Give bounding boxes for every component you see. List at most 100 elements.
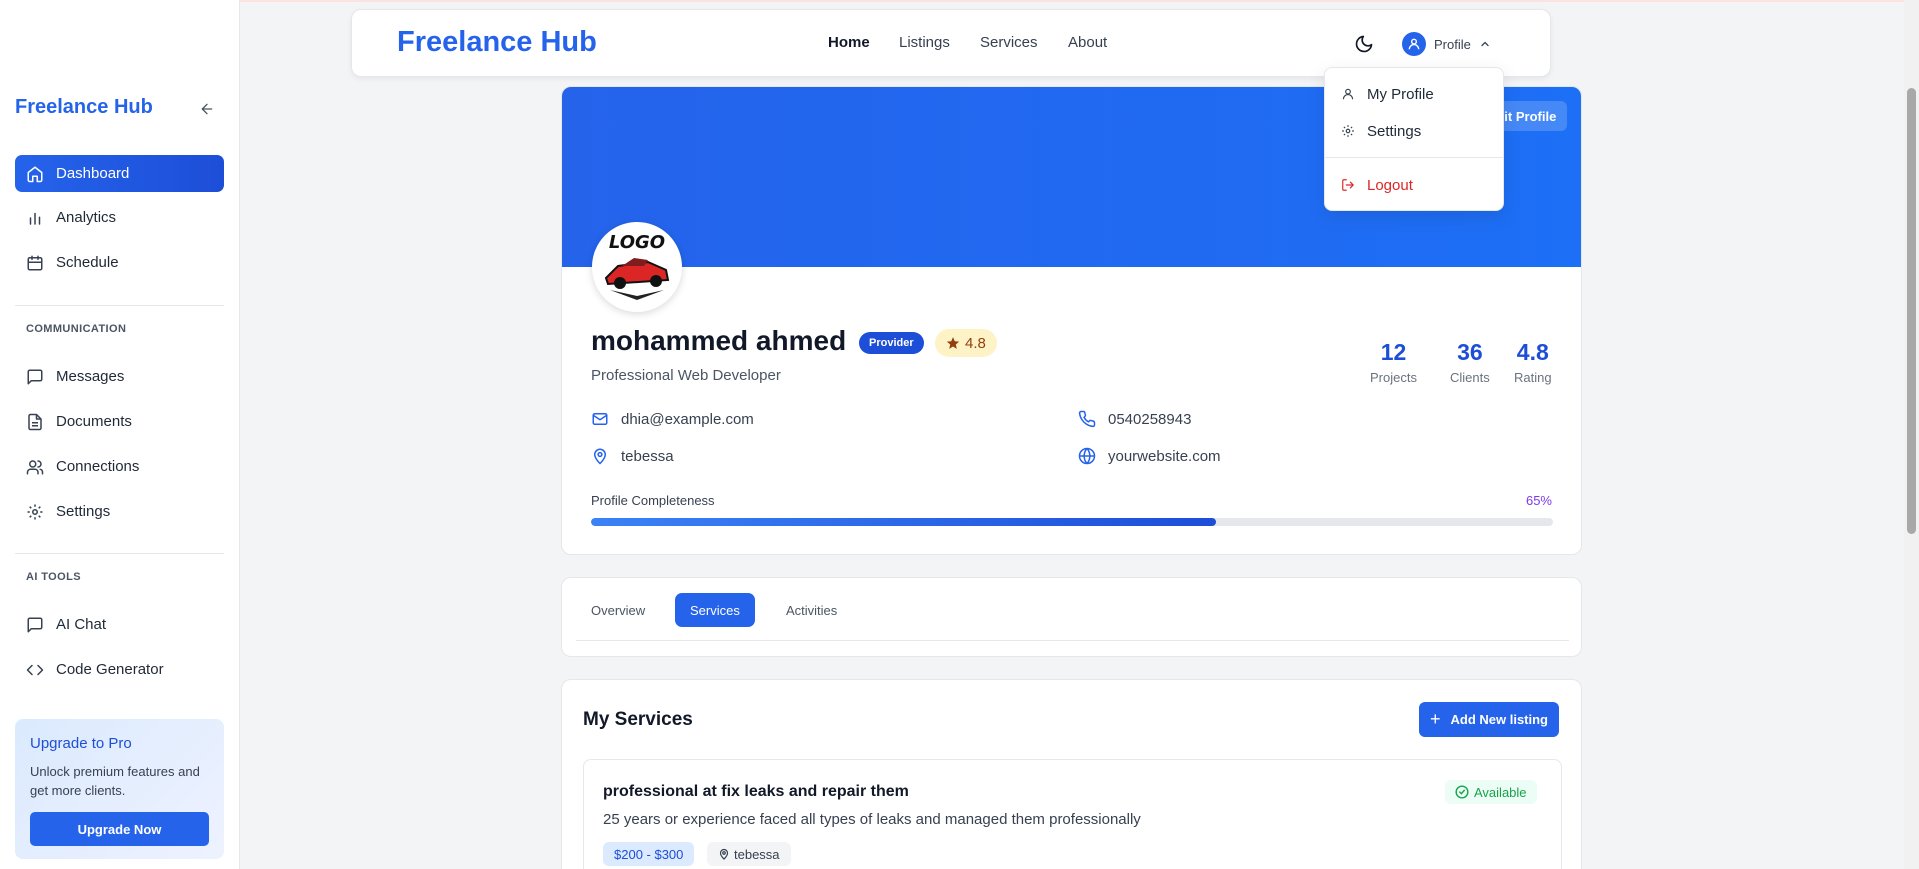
star-icon	[946, 337, 960, 349]
check-circle-icon	[1455, 785, 1469, 799]
profile-tabs: Overview Services Activities	[561, 577, 1582, 657]
section-heading-ai-tools: AI TOOLS	[26, 571, 81, 583]
tab-services[interactable]: Services	[675, 593, 755, 627]
completeness-percent: 65%	[1525, 493, 1552, 508]
profile-menu-label: Profile	[1434, 36, 1471, 52]
sidebar-item-code-generator[interactable]: Code Generator	[15, 651, 224, 688]
menu-item-my-profile[interactable]: My Profile	[1325, 78, 1503, 110]
stat-label: Rating	[1514, 370, 1552, 385]
collapse-sidebar-button[interactable]	[196, 98, 218, 120]
gear-icon	[1341, 124, 1355, 138]
profile-avatar: LOGO	[592, 222, 682, 312]
nav-link-home[interactable]: Home	[828, 34, 870, 51]
contact-website: yourwebsite.com	[1078, 447, 1221, 465]
menu-item-settings[interactable]: Settings	[1325, 115, 1503, 147]
sidebar-item-ai-chat[interactable]: AI Chat	[15, 606, 224, 643]
service-title: professional at fix leaks and repair the…	[603, 783, 909, 800]
theme-toggle-button[interactable]	[1354, 34, 1374, 54]
plus-icon: +	[1429, 709, 1441, 729]
sidebar-divider	[15, 553, 224, 554]
sidebar-item-label: Code Generator	[56, 661, 164, 678]
sidebar-brand: Freelance Hub	[15, 96, 153, 118]
sidebar-item-messages[interactable]: Messages	[15, 358, 224, 395]
sidebar-item-label: Settings	[56, 503, 111, 520]
services-heading: My Services	[583, 709, 693, 730]
service-price-chip: $200 - $300	[603, 842, 695, 866]
section-heading-communication: COMMUNICATION	[26, 323, 127, 335]
sidebar-item-schedule[interactable]: Schedule	[15, 244, 224, 281]
tab-overview[interactable]: Overview	[576, 593, 660, 627]
service-location-chip: tebessa	[707, 842, 791, 866]
user-icon	[1341, 87, 1355, 101]
sidebar: Freelance Hub Dashboard Analytics Schedu…	[0, 0, 240, 869]
stat-value: 12	[1380, 339, 1407, 365]
sidebar-item-label: Dashboard	[56, 165, 130, 182]
profile-dropdown-menu: My Profile Settings Logout	[1324, 67, 1504, 211]
service-location-text: tebessa	[734, 846, 780, 862]
service-status-badge: Available	[1445, 780, 1537, 804]
menu-item-label: Logout	[1367, 176, 1413, 194]
completeness-progress-fill	[591, 518, 1217, 526]
menu-item-label: Settings	[1367, 122, 1422, 140]
contact-email-text: dhia@example.com	[621, 410, 754, 428]
nav-link-listings[interactable]: Listings	[899, 34, 950, 51]
upgrade-card: Upgrade to Pro Unlock premium features a…	[15, 719, 224, 859]
arrow-left-icon	[201, 103, 213, 115]
menu-item-logout[interactable]: Logout	[1325, 169, 1503, 201]
sidebar-item-analytics[interactable]: Analytics	[15, 199, 224, 236]
menu-item-label: My Profile	[1367, 85, 1434, 103]
contact-website-text[interactable]: yourwebsite.com	[1108, 448, 1221, 465]
users-icon	[26, 458, 44, 476]
sidebar-item-label: Schedule	[56, 254, 119, 271]
profile-name: mohammed ahmed	[591, 325, 847, 356]
sidebar-item-label: Analytics	[56, 209, 117, 226]
service-item[interactable]: professional at fix leaks and repair the…	[583, 759, 1562, 869]
sidebar-item-label: Documents	[56, 413, 132, 430]
upgrade-title: Upgrade to Pro	[30, 735, 132, 752]
bar-chart-icon	[26, 209, 44, 227]
add-new-listing-button[interactable]: + Add New listing	[1419, 702, 1559, 737]
chevron-up-icon	[1481, 41, 1489, 47]
map-pin-icon	[719, 848, 729, 860]
sidebar-item-documents[interactable]: Documents	[15, 403, 224, 440]
tab-activities[interactable]: Activities	[771, 593, 852, 627]
menu-divider	[1325, 157, 1503, 158]
sidebar-item-label: Connections	[56, 458, 140, 475]
stat-projects: 12 Projects	[1370, 339, 1417, 385]
stat-value: 4.8	[1516, 339, 1549, 365]
rating-badge: 4.8	[935, 329, 997, 357]
profile-menu-button[interactable]: Profile	[1402, 30, 1491, 58]
car-logo-image: LOGO	[596, 226, 678, 308]
sidebar-item-dashboard[interactable]: Dashboard	[15, 155, 224, 192]
provider-badge: Provider	[859, 332, 924, 354]
mail-icon	[591, 410, 609, 428]
service-description: 25 years or experience faced all types o…	[603, 811, 1141, 828]
contact-email: dhia@example.com	[591, 410, 754, 428]
tabs-divider	[576, 640, 1569, 641]
sidebar-item-connections[interactable]: Connections	[15, 448, 224, 485]
stat-label: Clients	[1450, 370, 1490, 385]
upgrade-text: Unlock premium features and get more cli…	[30, 764, 200, 798]
contact-location-text: tebessa	[621, 447, 674, 465]
profile-title: Professional Web Developer	[591, 367, 781, 384]
nav-link-about[interactable]: About	[1068, 34, 1107, 51]
user-avatar-icon	[1402, 32, 1426, 56]
message-icon	[26, 368, 44, 386]
completeness-progress-bar	[591, 518, 1553, 526]
stat-label: Projects	[1370, 370, 1417, 385]
navbar-brand[interactable]: Freelance Hub	[397, 26, 597, 59]
home-icon	[26, 165, 44, 183]
contact-location: tebessa	[591, 447, 674, 465]
page-scrollbar[interactable]	[1904, 0, 1919, 869]
message-icon	[26, 616, 44, 634]
globe-icon	[1078, 447, 1096, 465]
rating-badge-value: 4.8	[965, 334, 986, 352]
sidebar-item-settings[interactable]: Settings	[15, 493, 224, 530]
document-icon	[26, 413, 44, 431]
nav-link-services[interactable]: Services	[980, 34, 1038, 51]
completeness-label: Profile Completeness	[591, 493, 715, 508]
upgrade-now-button[interactable]: Upgrade Now	[30, 812, 209, 846]
moon-icon	[1355, 35, 1373, 53]
sidebar-divider	[15, 305, 224, 306]
scrollbar-thumb[interactable]	[1907, 88, 1916, 534]
